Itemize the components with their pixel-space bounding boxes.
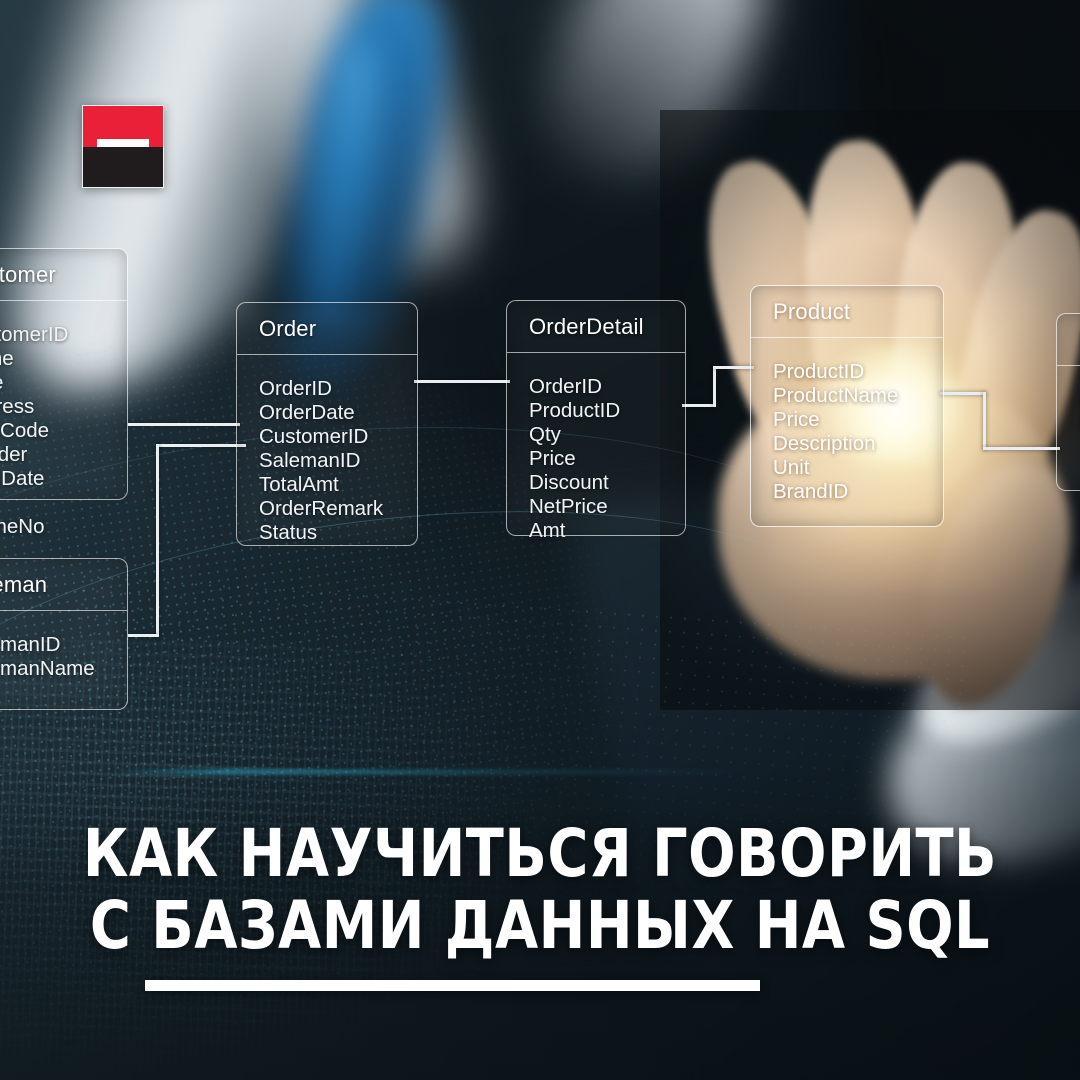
headline-underline <box>145 980 760 991</box>
er-table-customer[interactable]: Customer CustomerID Name Type Address Po… <box>0 248 128 538</box>
logo-bottom-block <box>83 146 163 187</box>
field: ProductID <box>773 360 865 383</box>
er-table-product-fields: ProductID ProductName Price Description … <box>751 338 943 521</box>
field: PhoneNo <box>0 515 45 538</box>
field: BirthDate <box>0 467 45 490</box>
field: CustomerID <box>259 425 369 448</box>
er-table-order-fields: OrderID OrderDate CustomerID SalemanID T… <box>237 355 417 562</box>
field: NetPrice <box>529 495 608 518</box>
field: SalemanID <box>259 449 361 472</box>
field: Price <box>529 447 576 470</box>
poster-canvas: Customer CustomerID Name Type Address Po… <box>0 0 1080 1080</box>
field: OrderID <box>529 375 602 398</box>
field: Discount <box>529 471 609 494</box>
field: Qty <box>529 423 561 446</box>
er-table-product-title: Product <box>751 286 943 338</box>
er-table-customer-fields: CustomerID Name Type Address PostCode Ge… <box>0 301 127 556</box>
headline-line-2: С БАЗАМИ ДАННЫХ НА SQL <box>89 887 991 964</box>
er-table-brand-title: Brand <box>1057 314 1080 366</box>
headline-line-1: КАК НАУЧИТЬСЯ ГОВОРИТЬ <box>82 815 998 892</box>
field-spacer <box>0 491 127 514</box>
er-table-orderdetail-fields: OrderID ProductID Qty Price Discount Net… <box>507 353 685 560</box>
field: PostCode <box>0 419 50 442</box>
er-table-customer-title: Customer <box>0 249 127 301</box>
relation-customer-order <box>128 420 240 430</box>
field: TotalAmt <box>259 473 339 496</box>
field: Type <box>0 371 127 394</box>
er-table-order-title: Order <box>237 303 417 355</box>
field: Unit <box>773 456 810 479</box>
field: Amt <box>529 519 566 542</box>
relation-saleman-order <box>128 444 246 644</box>
er-table-saleman-fields: SalemanID SalemanName Tel <box>0 611 127 722</box>
relation-order-orderdetail <box>414 380 510 386</box>
field: Price <box>773 408 820 431</box>
er-table-brand[interactable]: Brand BrandID BrandName <box>1056 313 1080 491</box>
field: Description <box>773 432 876 455</box>
er-table-orderdetail-title: OrderDetail <box>507 301 685 353</box>
field: CustomerID <box>0 323 69 346</box>
field: OrderID <box>259 377 332 400</box>
field: Tel <box>0 681 127 704</box>
field: SalemanID <box>0 633 61 656</box>
er-table-order[interactable]: Order OrderID OrderDate CustomerID Salem… <box>236 302 418 546</box>
field: Name <box>0 347 14 370</box>
field: ProductName <box>773 384 899 407</box>
er-table-orderdetail[interactable]: OrderDetail OrderID ProductID Qty Price … <box>506 300 686 542</box>
field: Status <box>259 521 318 544</box>
headline: КАК НАУЧИТЬСЯ ГОВОРИТЬ С БАЗАМИ ДАННЫХ Н… <box>0 818 1080 962</box>
field: SalemanName <box>0 657 95 680</box>
er-table-product[interactable]: Product ProductID ProductName Price Desc… <box>750 285 944 527</box>
logo-white-bar <box>97 138 149 147</box>
field: BrandID <box>773 480 849 503</box>
field: OrderRemark <box>259 497 384 520</box>
field: Gender <box>0 443 28 466</box>
field: Address <box>0 395 35 418</box>
relation-product-brand <box>940 392 1060 454</box>
er-table-brand-fields: BrandID BrandName <box>1057 366 1080 453</box>
er-table-saleman-title: Saleman <box>0 559 127 611</box>
field: ProductID <box>529 399 621 422</box>
relation-orderdetail-product <box>682 366 754 410</box>
er-table-saleman[interactable]: Saleman SalemanID SalemanName Tel <box>0 558 128 710</box>
logo-mark[interactable] <box>82 105 164 188</box>
field: OrderDate <box>259 401 355 424</box>
